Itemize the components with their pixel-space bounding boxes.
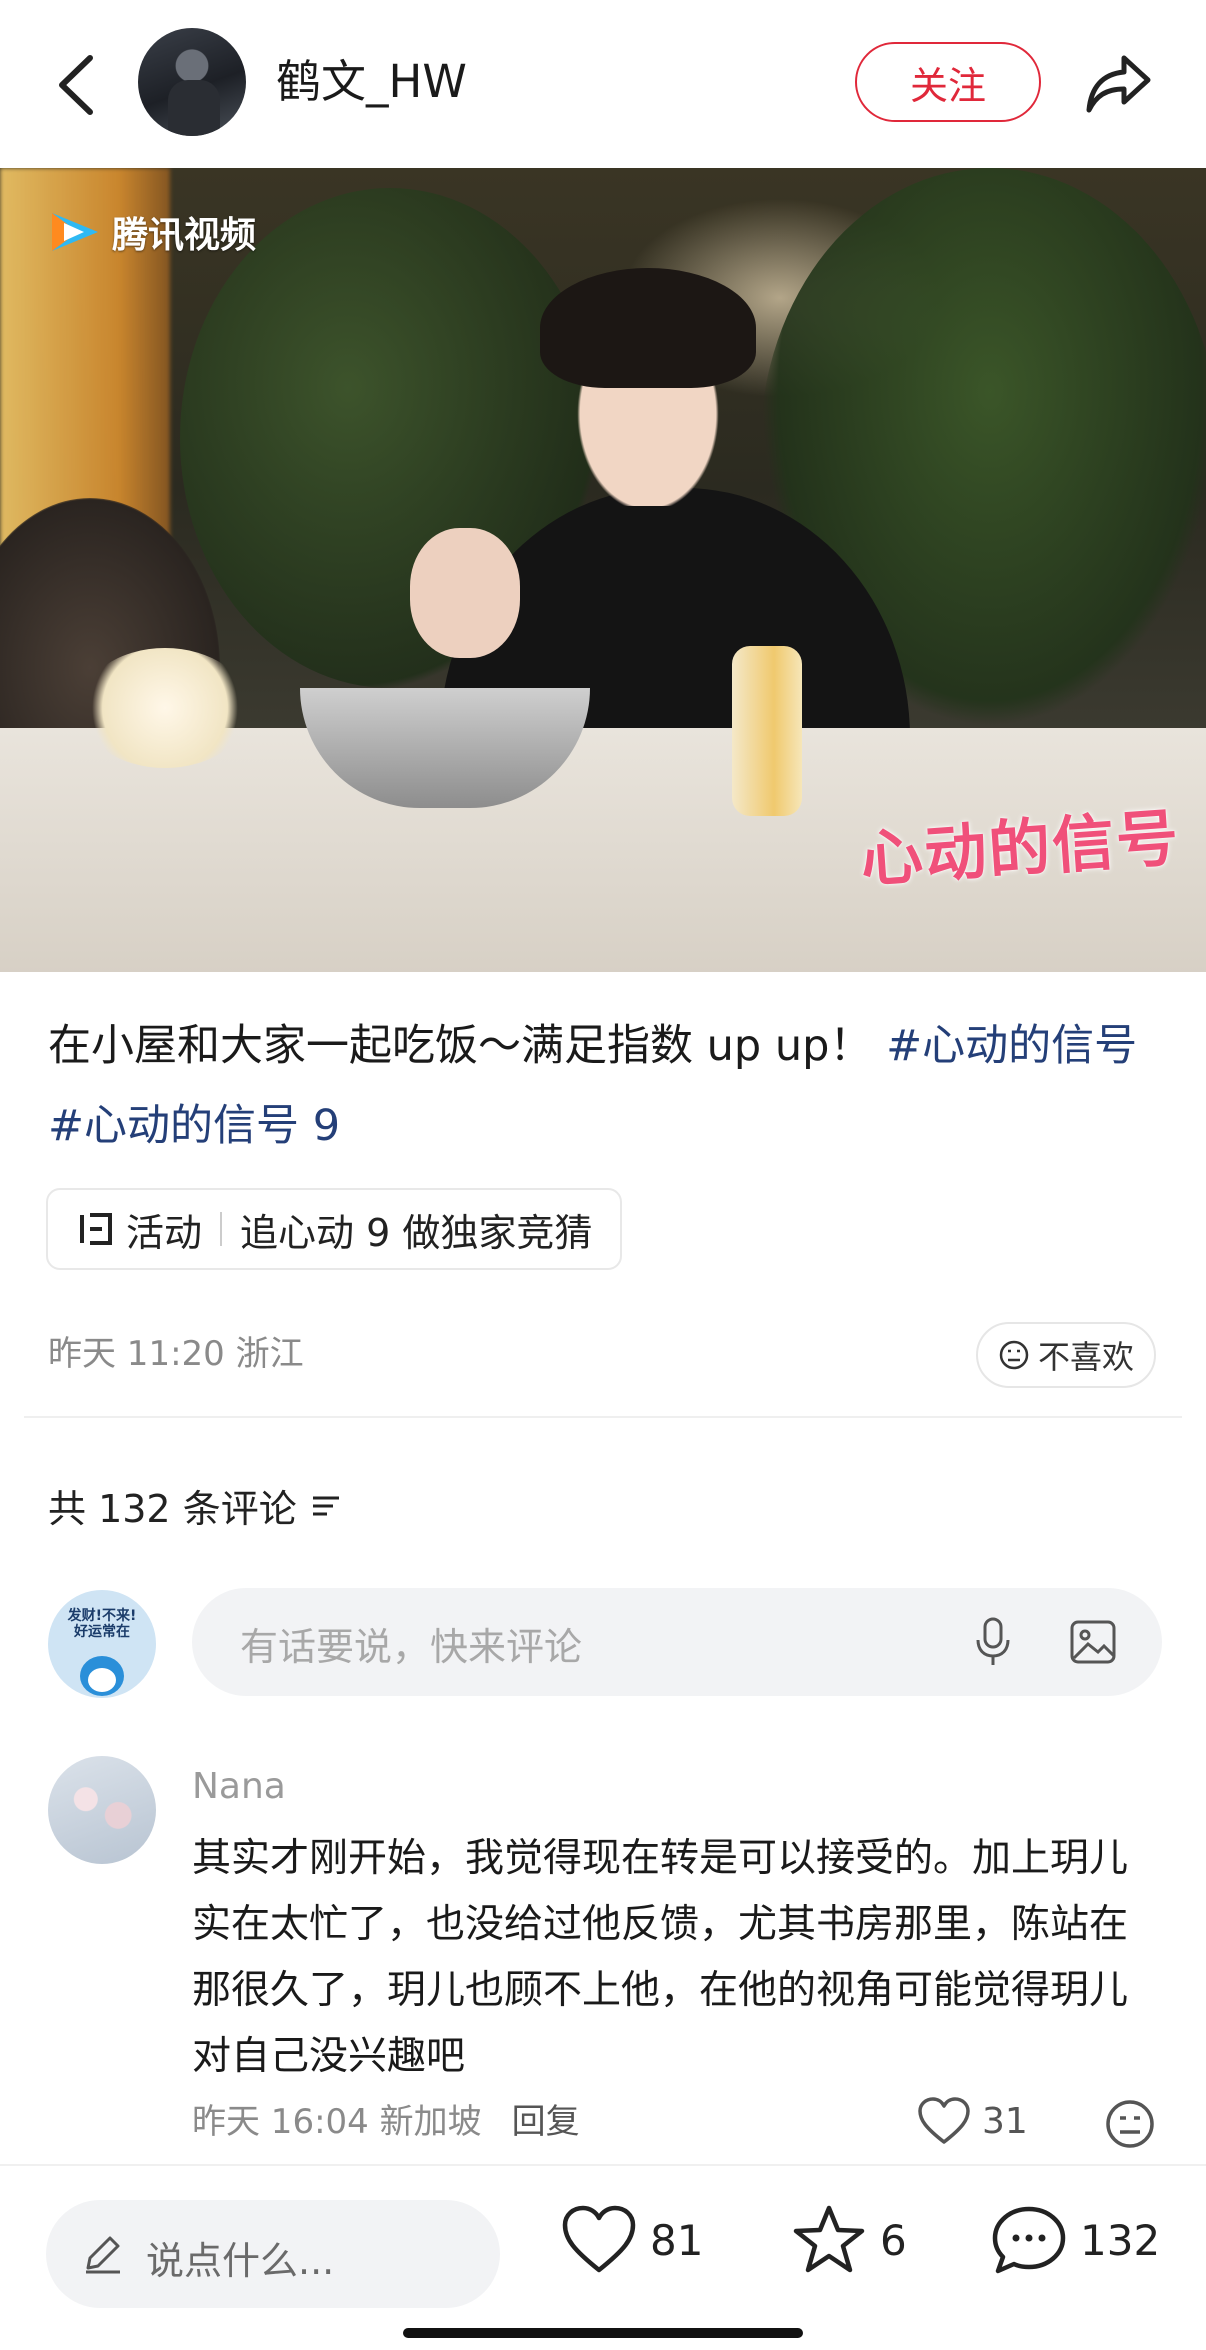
avatar-text: 发财!不来! 好运常在 — [67, 1608, 137, 1640]
hashtag-link[interactable]: #心动的信号 — [886, 1021, 1137, 1071]
watermark-text: 腾讯视频 — [112, 215, 257, 256]
caption-text: 在小屋和大家一起吃饭～满足指数 up up！ — [48, 1021, 873, 1071]
post-caption: 在小屋和大家一起吃饭～满足指数 up up！ #心动的信号 #心动的信号 9 — [48, 1006, 1168, 1166]
activity-icon — [80, 1213, 112, 1245]
table-flowers — [80, 648, 250, 768]
post-time: 昨天 11:20 — [48, 1334, 225, 1374]
doraemon-icon — [80, 1656, 124, 1696]
commenter-avatar[interactable] — [48, 1756, 156, 1864]
comment-count: 132 — [1080, 2215, 1161, 2265]
bottom-comment-input[interactable]: 说点什么... — [46, 2200, 500, 2308]
author-avatar[interactable] — [138, 28, 246, 136]
frown-face-icon — [999, 1340, 1029, 1370]
activity-chip[interactable]: 活动 追心动 9 做独家竞猜 — [46, 1188, 623, 1270]
comment-like-count: 31 — [982, 2100, 1028, 2142]
back-arrow-icon[interactable] — [52, 50, 102, 120]
section-divider — [24, 1416, 1182, 1418]
heart-icon — [562, 2205, 636, 2273]
comments-count: 共 132 条评论 — [48, 1487, 297, 1531]
comment-text: 其实才刚开始，我觉得现在转是可以接受的。加上玥儿实在太忙了，也没给过他反馈，尤其… — [192, 1836, 1129, 2079]
pencil-icon — [86, 2236, 120, 2274]
person-hands — [410, 528, 520, 658]
activity-text: 追心动 9 做独家竞猜 — [240, 1210, 593, 1255]
star-count: 6 — [880, 2215, 907, 2265]
microphone-icon[interactable] — [972, 1616, 1014, 1668]
tencent-video-logo-icon — [52, 213, 98, 251]
reply-button[interactable]: 回复 — [512, 2094, 580, 2143]
hashtag-link[interactable]: #心动的信号 9 — [48, 1101, 340, 1151]
person-hair — [540, 268, 756, 388]
post-meta: 昨天 11:20 浙江 — [48, 1326, 304, 1375]
bottom-input-placeholder: 说点什么... — [146, 2239, 335, 2283]
sort-icon[interactable] — [309, 1489, 343, 1523]
chip-divider — [220, 1212, 223, 1246]
comment-bubble-icon — [992, 2206, 1066, 2274]
post-cover-image[interactable]: 腾讯视频 心动的信号 — [0, 168, 1206, 972]
post-location: 浙江 — [235, 1334, 304, 1374]
follow-button[interactable]: 关注 — [855, 42, 1041, 122]
author-name[interactable]: 鹤文_HW — [276, 52, 467, 112]
bottom-action-bar: 说点什么... 81 6 132 — [0, 2164, 1206, 2350]
dislike-label: 不喜欢 — [1037, 1338, 1134, 1376]
heart-icon — [918, 2097, 970, 2144]
comment-meta: 昨天 16:04 新加坡 回复 — [192, 2094, 580, 2143]
my-avatar: 发财!不来! 好运常在 — [48, 1590, 156, 1698]
video-watermark: 腾讯视频 — [46, 206, 256, 258]
home-indicator — [403, 2328, 803, 2338]
like-button[interactable]: 81 — [560, 2204, 703, 2276]
dislike-button[interactable]: 不喜欢 — [976, 1322, 1156, 1388]
comment-time: 昨天 16:04 — [192, 2102, 369, 2142]
like-count: 81 — [650, 2215, 704, 2265]
comment-input-placeholder: 有话要说，快来评论 — [240, 1625, 583, 1669]
emoji-reaction-icon[interactable] — [1104, 2098, 1156, 2150]
star-icon — [793, 2205, 865, 2273]
favorite-button[interactable]: 6 — [790, 2204, 907, 2276]
water-bottle — [732, 646, 802, 816]
comment-location: 新加坡 — [379, 2102, 482, 2142]
image-icon[interactable] — [1068, 1618, 1118, 1666]
comment-like-button[interactable]: 31 — [916, 2096, 1028, 2146]
top-nav-bar: 鹤文_HW 关注 — [0, 0, 1206, 168]
comment-button[interactable]: 132 — [990, 2204, 1160, 2276]
activity-label: 活动 — [126, 1210, 203, 1255]
comments-header[interactable]: 共 132 条评论 — [48, 1478, 343, 1533]
share-icon[interactable] — [1084, 52, 1154, 114]
comment-input[interactable]: 有话要说，快来评论 — [192, 1588, 1162, 1696]
commenter-name[interactable]: Nana — [192, 1766, 286, 1807]
